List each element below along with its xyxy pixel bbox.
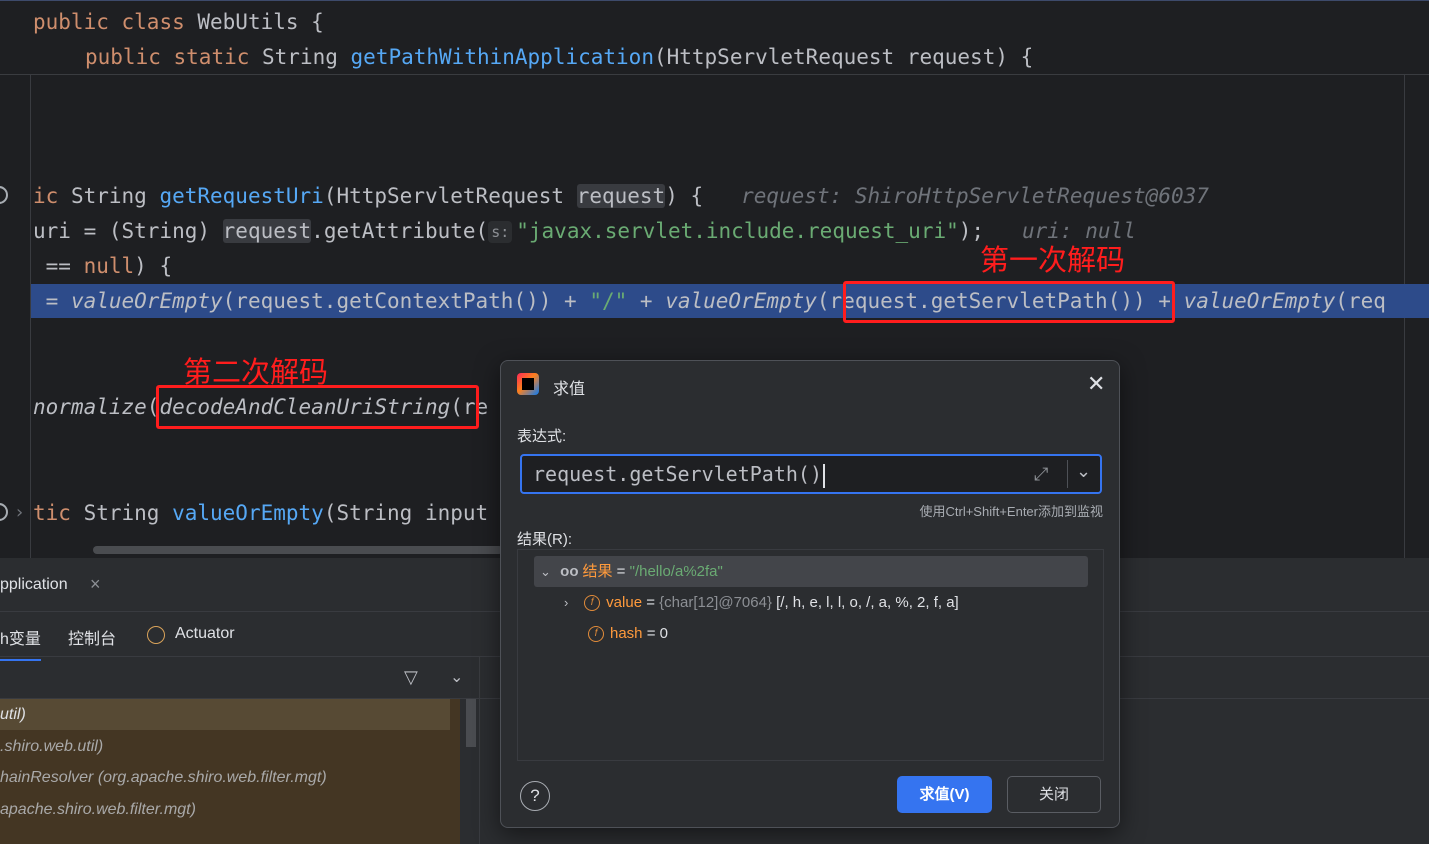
frame-item[interactable]: hainResolver (org.apache.shiro.web.filte… <box>0 762 327 793</box>
field-icon: f <box>588 626 604 643</box>
chevron-right-icon[interactable]: › <box>564 587 580 618</box>
frames-toolbar: ▽ ⌄ <box>0 657 480 699</box>
inline-debug-value: request: ShiroHttpServletRequest@6037 <box>741 184 1209 208</box>
annotation-box-second <box>156 385 479 429</box>
watch-glasses-icon: oo <box>560 563 579 580</box>
frames-list: util) .shiro.web.util) hainResolver (org… <box>0 699 460 844</box>
filter-icon[interactable]: ▽ <box>404 667 418 688</box>
history-dropdown-icon[interactable]: ⌄ <box>1076 461 1091 482</box>
result-hash-row[interactable]: f hash = 0 <box>588 618 668 649</box>
result-label: 结果(R): <box>517 531 572 548</box>
result-root-row[interactable]: ⌄ oo 结果 = "/hello/a%2fa" <box>534 556 1088 587</box>
code-line-uri: uri = (String) request.getAttribute(s: "j… <box>33 219 1136 243</box>
annotation-first-decode: 第一次解码 <box>980 243 1126 277</box>
annotation-second-decode: 第二次解码 <box>183 355 329 389</box>
result-value-row[interactable]: › f value = {char[12]@7064} [/, h, e, l, … <box>564 587 959 618</box>
intellij-logo-icon <box>517 373 539 395</box>
method-gutter-icon[interactable] <box>0 503 8 521</box>
add-to-watch-hint: 使用Ctrl+Shift+Enter添加到监视 <box>919 504 1104 519</box>
sticky-header: public class WebUtils { public static St… <box>0 0 1429 75</box>
inline-debug-value: uri: null <box>1022 219 1136 243</box>
tool-window-title[interactable]: pplication <box>0 576 68 594</box>
expression-input[interactable]: request.getServletPath() ⤢ ⌄ <box>520 454 1102 494</box>
code-line-valueOrEmpty: tic String valueOrEmpty(String input <box>33 501 489 525</box>
expression-label: 表达式: <box>517 428 567 445</box>
evaluate-button[interactable]: 求值(V) <box>897 776 992 813</box>
tab-console[interactable]: 控制台 <box>68 625 116 649</box>
code-line-getRequestUri: ic String getRequestUri(HttpServletReque… <box>33 184 1209 208</box>
text-caret <box>822 463 825 488</box>
annotation-box-first <box>843 281 1175 323</box>
frame-item[interactable]: util) <box>0 699 450 730</box>
close-button[interactable]: 关闭 <box>1007 776 1101 813</box>
horizontal-scrollbar[interactable] <box>93 546 503 554</box>
code-line-current: = valueOrEmpty(request.getContextPath())… <box>33 289 1386 313</box>
help-button[interactable]: ? <box>520 781 550 811</box>
sticky-line-class: public class WebUtils { <box>33 10 324 34</box>
sticky-line-method: public static String getPathWithinApplic… <box>85 45 1034 69</box>
frame-item[interactable]: apache.shiro.web.filter.mgt) <box>0 794 196 825</box>
chevron-down-icon[interactable]: ⌄ <box>540 556 556 587</box>
close-icon[interactable]: ✕ <box>1087 371 1105 397</box>
field-icon: f <box>584 595 601 612</box>
param-hint-label: s: <box>488 221 513 243</box>
result-tree: ⌄ oo 结果 = "/hello/a%2fa" › f value = {char… <box>517 549 1104 761</box>
method-gutter-icon[interactable] <box>0 186 8 204</box>
expression-text[interactable]: request.getServletPath() <box>533 462 822 486</box>
actuator-icon <box>147 626 165 644</box>
fold-chevron-icon[interactable]: › <box>14 502 25 523</box>
evaluate-dialog: 求值 ✕ 表达式: request.getServletPath() ⤢ ⌄ 使… <box>500 360 1120 828</box>
tab-actuator[interactable]: Actuator <box>175 625 235 643</box>
expand-icon[interactable]: ⤢ <box>1034 464 1048 485</box>
chevron-down-icon[interactable]: ⌄ <box>450 667 463 687</box>
dialog-title: 求值 <box>553 381 586 398</box>
frames-scrollbar[interactable] <box>466 699 476 747</box>
frame-item[interactable]: .shiro.web.util) <box>0 731 103 762</box>
code-line-null-check: == null) { <box>33 254 173 278</box>
dropdown-separator <box>1067 460 1068 488</box>
close-tab-icon[interactable]: × <box>90 574 101 595</box>
tab-variables[interactable]: h变量 <box>0 625 41 661</box>
